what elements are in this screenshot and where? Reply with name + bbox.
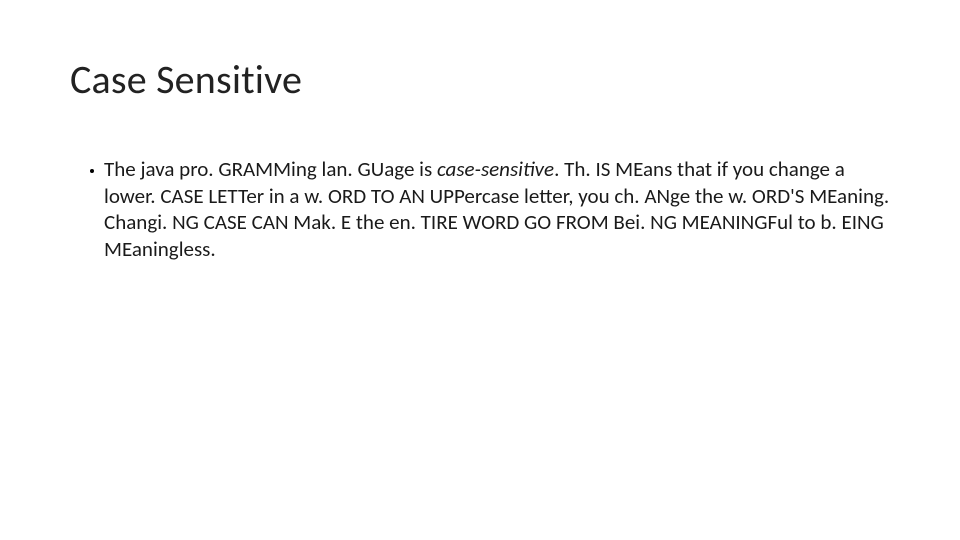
italic-text: case-sensitive: [437, 156, 554, 182]
slide-title: Case Sensitive: [70, 55, 890, 104]
text-segment: The java pro. GRAMMing lan. GUage is: [104, 156, 437, 182]
slide: Case Sensitive The java pro. GRAMMing la…: [0, 0, 960, 540]
bullet-text: The java pro. GRAMMing lan. GUage is cas…: [104, 156, 890, 263]
bullet-list: The java pro. GRAMMing lan. GUage is cas…: [70, 156, 890, 263]
list-item: The java pro. GRAMMing lan. GUage is cas…: [90, 156, 890, 263]
bullet-icon: [90, 169, 94, 173]
